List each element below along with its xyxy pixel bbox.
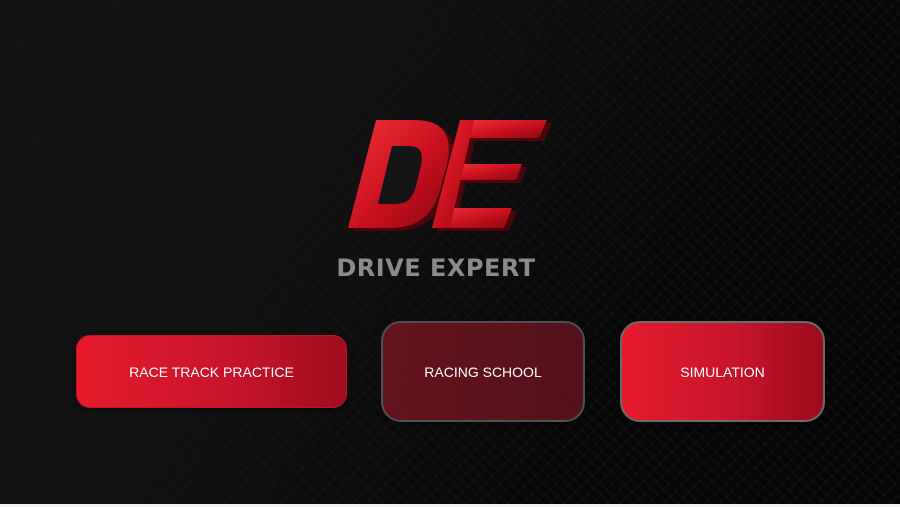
main-menu-screen: DRIVE EXPERT RACE TRACK PRACTICE RACING … (0, 0, 900, 507)
simulation-label: SIMULATION (680, 363, 765, 380)
simulation-button[interactable]: SIMULATION (620, 321, 825, 422)
race-track-practice-label: RACE TRACK PRACTICE (129, 363, 294, 380)
race-track-practice-button[interactable]: RACE TRACK PRACTICE (76, 335, 347, 408)
racing-school-button[interactable]: RACING SCHOOL (381, 321, 585, 422)
brand-name: DRIVE EXPERT (336, 254, 536, 282)
drive-expert-logo (348, 120, 552, 231)
racing-school-label: RACING SCHOOL (424, 363, 542, 380)
